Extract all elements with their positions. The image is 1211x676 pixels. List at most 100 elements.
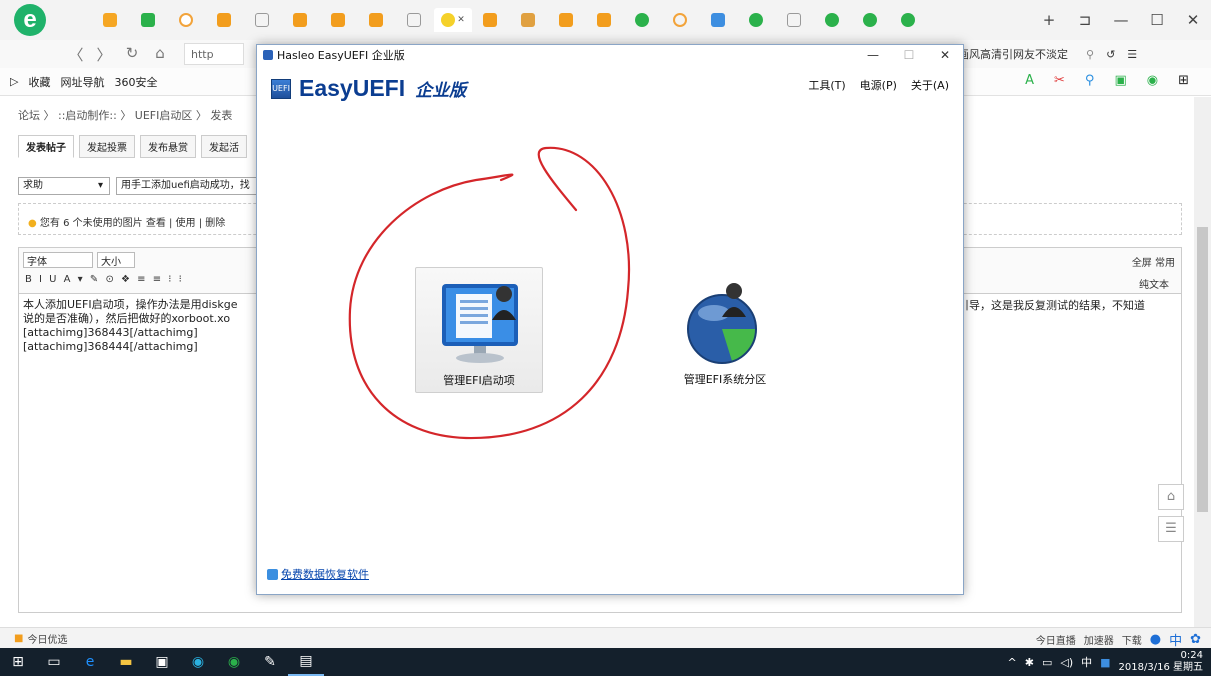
scrollbar-thumb[interactable] [1197,227,1208,512]
tray-expand-icon[interactable]: ^ [1008,656,1017,669]
minimize-button[interactable]: — [1103,0,1139,40]
new-tab-button[interactable]: + [1031,0,1067,40]
browser-tab[interactable] [358,8,396,32]
browser-tab-active[interactable]: ✕ [434,8,472,32]
dialog-close-button[interactable]: ✕ [927,45,963,65]
close-button[interactable]: ✕ [1175,0,1211,40]
scissors-icon[interactable]: ✂ [1054,73,1065,88]
accelerator-link[interactable]: 加速器 [1084,632,1114,647]
browser-tab[interactable] [776,8,814,32]
browser-tab[interactable] [738,8,776,32]
bookmark-favorites[interactable]: 收藏 [28,74,50,90]
browser-tab[interactable] [130,8,168,32]
browser-tab[interactable] [510,8,548,32]
category-select[interactable]: 求助 ▾ [18,177,110,195]
browser-tab[interactable] [852,8,890,32]
browser-tab[interactable] [206,8,244,32]
home-icon[interactable]: ⌂ [146,44,174,65]
browser-tab[interactable] [586,8,624,32]
tile2-label: 管理EFI系统分区 [683,373,767,386]
ime-icon[interactable]: 中 [1169,630,1182,649]
sidebar-toggle-icon[interactable]: ▷ [10,75,18,88]
bluetooth-icon[interactable]: ✱ [1025,656,1034,669]
browser-tab[interactable] [472,8,510,32]
plaintext-toggle[interactable]: 纯文本 [1139,276,1169,291]
browser-tab[interactable] [662,8,700,32]
dialog-maximize-button[interactable]: ☐ [891,45,927,65]
bookmark-360[interactable]: 360安全 [114,74,157,90]
size-select[interactable]: 大小 [97,252,135,268]
search-icon[interactable]: ⚲ [1086,48,1094,61]
page-scrollbar[interactable] [1194,97,1211,627]
browser-tab[interactable] [814,8,852,32]
dialog-minimize-button[interactable]: — [855,45,891,65]
qq-icon[interactable]: ● [1150,632,1161,647]
status-left[interactable]: 今日优选 [27,631,67,646]
browser-tab[interactable] [92,8,130,32]
undo-icon[interactable]: ↺ [1106,48,1115,61]
subject-input[interactable]: 用手工添加uefi启动成功，找 [116,177,258,195]
manage-efi-partition-button[interactable]: 管理EFI系统分区 [661,267,789,393]
live-link[interactable]: 今日直播 [1036,632,1076,647]
reload-icon[interactable]: ↻ [118,44,146,65]
manage-efi-boot-button[interactable]: 管理EFI启动项 [415,267,543,393]
browser-tab[interactable] [396,8,434,32]
browser-icon[interactable]: ◉ [180,648,216,676]
browser-tab[interactable] [282,8,320,32]
shield-icon[interactable]: ◉ [1147,73,1158,88]
store-icon[interactable]: ▣ [144,648,180,676]
bookmark-nav[interactable]: 网址导航 [60,74,104,90]
browser-tab[interactable] [890,8,928,32]
tab-poll[interactable]: 发起投票 [79,135,135,158]
user-icon[interactable]: ■ [1100,656,1110,669]
apps-icon[interactable]: ⊞ [1178,73,1189,88]
menu-about[interactable]: 关于(A) [911,77,949,93]
browser-tab[interactable] [320,8,358,32]
network-icon[interactable]: ▭ [1042,656,1052,669]
volume-icon[interactable]: ◁) [1060,656,1073,669]
settings-icon[interactable]: ✿ [1190,632,1201,647]
fullscreen-toggle[interactable]: 全屏 常用 [1132,254,1175,269]
browser-tab[interactable] [624,8,662,32]
clock[interactable]: 0:24 2018/3/16 星期五 [1119,650,1203,674]
task-view-icon[interactable]: ▭ [36,648,72,676]
tab-reward[interactable]: 发布悬赏 [140,135,196,158]
back-to-top-icon[interactable]: ⌂ [1158,484,1184,510]
start-button[interactable]: ⊞ [0,648,36,676]
restore-tab-button[interactable]: ⊐ [1067,0,1103,40]
browser-tab[interactable] [244,8,282,32]
maximize-button[interactable]: ☐ [1139,0,1175,40]
format-tools[interactable]: B I U A ▾ ✎ ⊙ ❖ ≡ ≡ ⁝ ⁝ [25,274,184,285]
edge-icon[interactable]: e [72,648,108,676]
tab-favicon-icon [711,13,725,27]
browser-logo[interactable]: e [8,0,52,40]
paint-icon[interactable]: ✎ [252,648,288,676]
easyuefi-task-icon[interactable]: ▤ [288,648,324,676]
browser-tab[interactable] [548,8,586,32]
translate-icon[interactable]: A [1025,73,1034,88]
data-recovery-link[interactable]: 免费数据恢复软件 [267,566,369,582]
url-input[interactable]: http [184,43,244,65]
game-icon[interactable]: ▣ [1114,73,1126,88]
image-notice-text[interactable]: 您有 6 个未使用的图片 查看 | 使用 | 删除 [40,218,225,229]
window-titlebar[interactable]: Hasleo EasyUEFI 企业版 — ☐ ✕ [257,45,963,65]
monitor-user-icon [442,284,518,363]
font-select[interactable]: 字体 [23,252,93,268]
browser-tab[interactable] [168,8,206,32]
menu-tools[interactable]: 工具(T) [808,77,845,93]
360-browser-icon[interactable]: ◉ [216,648,252,676]
ime-indicator[interactable]: 中 [1081,654,1092,670]
search-icon[interactable]: ⚲ [1085,73,1095,88]
breadcrumb[interactable]: 论坛 〉 ::启动制作:: 〉 UEFI启动区 〉 发表 [18,107,232,123]
browser-tab[interactable] [700,8,738,32]
back-icon[interactable]: 〈 [62,44,90,65]
tab-activity[interactable]: 发起活 [201,135,247,158]
forward-icon[interactable]: 〉 [90,44,118,65]
download-link[interactable]: 下载 [1122,632,1142,647]
news-ticker[interactable]: 画风高清引网友不淡定 [958,46,1068,62]
list-icon[interactable]: ☰ [1158,516,1184,542]
tab-post[interactable]: 发表帖子 [18,135,74,158]
folder-icon[interactable]: ▬ [108,648,144,676]
menu-icon[interactable]: ☰ [1127,48,1137,61]
menu-power[interactable]: 电源(P) [860,77,897,93]
